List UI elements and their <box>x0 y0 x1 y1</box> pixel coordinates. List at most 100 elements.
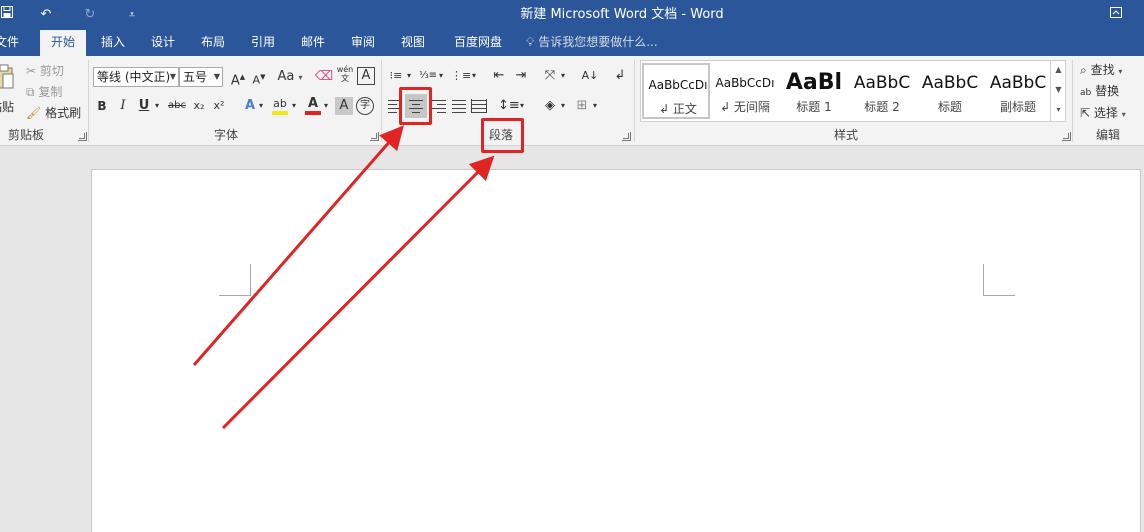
font-group-label: 字体 <box>213 128 238 142</box>
shrink-font-glyph: A <box>252 73 261 87</box>
justify-icon[interactable] <box>451 98 467 114</box>
shrink-font-icon[interactable]: A▼ <box>249 67 269 87</box>
numbering-dropdown-icon[interactable]: ▾ <box>436 66 446 86</box>
style-preview: AaBbC <box>853 73 911 93</box>
align-right-icon[interactable] <box>431 98 447 114</box>
tab-design[interactable]: 设计 <box>146 30 180 56</box>
style-title[interactable]: AaBbC 标题 <box>916 63 984 119</box>
distributed-icon[interactable] <box>471 98 487 114</box>
find-button[interactable]: ⌕ 查找 ▾ <box>1080 59 1122 81</box>
chevron-down-icon: ▾ <box>1118 67 1123 76</box>
copy-button[interactable]: ⧉ 复制 <box>26 81 62 103</box>
crop-mark-top-right <box>983 264 1015 296</box>
tab-mailings[interactable]: 邮件 <box>296 30 330 56</box>
document-page[interactable] <box>91 169 1141 532</box>
crop-mark-top-left <box>219 264 251 296</box>
title-bar: ↶ ▾ ↻ ⩡ 新建 Microsoft Word 文档 - Word <box>0 0 1144 30</box>
line-spacing-dropdown-icon[interactable]: ▾ <box>517 96 527 116</box>
subscript-icon[interactable]: x₂ <box>189 96 209 116</box>
increase-indent-icon[interactable]: ⇥ <box>511 66 531 86</box>
grow-font-icon[interactable]: A▲ <box>228 67 248 88</box>
character-shading-icon[interactable]: A <box>335 97 353 115</box>
find-label: 查找 <box>1090 63 1115 77</box>
strikethrough-icon[interactable]: abc <box>166 96 188 116</box>
highlight-color-icon[interactable]: ab <box>270 94 290 115</box>
tab-file[interactable]: 文件 <box>0 30 22 56</box>
tab-references[interactable]: 引用 <box>246 30 280 56</box>
replace-button[interactable]: ab 替换 <box>1080 80 1119 102</box>
select-button[interactable]: ⇱ 选择 ▾ <box>1080 102 1126 124</box>
phonetic-glyph: wén <box>336 65 354 74</box>
scissors-icon: ✂ <box>26 64 37 78</box>
tab-review[interactable]: 审阅 <box>346 30 380 56</box>
chevron-up-icon[interactable]: ▲ <box>1051 60 1066 80</box>
font-dialog-launcher-icon[interactable] <box>370 132 379 141</box>
style-heading-2[interactable]: AaBbC 标题 2 <box>848 63 916 119</box>
numbering-icon[interactable]: ⅓≡ <box>418 66 438 86</box>
line-spacing-icon[interactable]: ↕≡ <box>498 96 520 116</box>
clear-formatting-icon[interactable]: ⌫ <box>314 67 334 87</box>
font-size-select[interactable]: 五号 ▼ <box>179 67 223 87</box>
clipboard-dialog-launcher-icon[interactable] <box>78 132 87 141</box>
replace-icon: ab <box>1080 88 1092 98</box>
divider <box>1072 60 1073 142</box>
style-preview: AaBbCcDı <box>648 78 708 92</box>
highlight-dropdown-icon[interactable]: ▾ <box>289 96 299 116</box>
change-case-glyph: Aa <box>277 69 295 84</box>
italic-icon[interactable]: I <box>113 96 133 116</box>
tab-baidu-netdisk[interactable]: 百度网盘 <box>448 30 508 56</box>
asian-layout-icon[interactable]: ⤧ <box>540 66 560 86</box>
bullets-dropdown-icon[interactable]: ▾ <box>404 66 414 86</box>
character-border-icon[interactable]: A <box>357 67 375 85</box>
paragraph-dialog-launcher-icon[interactable] <box>622 132 631 141</box>
style-heading-1[interactable]: AaBl 标题 1 <box>780 63 848 119</box>
change-case-icon[interactable]: Aa ▾ <box>275 67 305 87</box>
paste-button[interactable]: 粘贴 <box>0 62 16 122</box>
ribbon-tabs: 文件 开始 插入 设计 布局 引用 邮件 审阅 视图 百度网盘 💡︎ 告诉我您想… <box>0 30 1144 56</box>
style-normal[interactable]: AaBbCcDı ↲ 正文 <box>642 63 710 119</box>
style-no-spacing[interactable]: AaBbCcDı ↲ 无间隔 <box>711 63 779 119</box>
more-styles-icon[interactable]: ▾ <box>1051 100 1066 120</box>
phonetic-guide-icon[interactable]: wén 文 <box>335 65 355 85</box>
font-color-dropdown-icon[interactable]: ▾ <box>321 96 331 116</box>
multilevel-list-icon[interactable]: ⋮≡ <box>451 66 471 86</box>
divider <box>381 60 382 142</box>
show-marks-icon[interactable]: ↲ <box>610 66 630 86</box>
style-preview: AaBl <box>785 70 843 95</box>
tab-view[interactable]: 视图 <box>396 30 430 56</box>
tab-layout[interactable]: 布局 <box>196 30 230 56</box>
bullets-icon[interactable]: ⁝≡ <box>386 66 406 86</box>
underline-dropdown-icon[interactable]: ▾ <box>152 96 162 116</box>
style-subtitle[interactable]: AaBbC 副标题 <box>984 63 1052 119</box>
tell-me-box[interactable]: 💡︎ 告诉我您想要做什么... <box>526 30 658 56</box>
ribbon-display-icon[interactable] <box>1106 5 1126 25</box>
paste-label: 粘贴 <box>0 100 15 114</box>
borders-icon[interactable]: ⊞ <box>572 96 592 116</box>
enclose-characters-icon[interactable]: 字 <box>356 97 374 115</box>
superscript-icon[interactable]: x² <box>209 96 229 116</box>
borders-dropdown-icon[interactable]: ▾ <box>590 96 600 116</box>
sort-icon[interactable]: A↓ <box>580 66 600 86</box>
decrease-indent-icon[interactable]: ⇤ <box>489 66 509 86</box>
format-painter-button[interactable]: 🖌︎ 格式刷 <box>26 102 81 124</box>
tab-insert[interactable]: 插入 <box>96 30 130 56</box>
style-name: 标题 2 <box>864 100 900 114</box>
tab-home[interactable]: 开始 <box>40 30 86 56</box>
cut-button[interactable]: ✂ 剪切 <box>26 60 64 82</box>
ribbon: 粘贴 ✂ 剪切 ⧉ 复制 🖌︎ 格式刷 剪贴板 等线 (中文正) ▼ 五号 ▼ … <box>0 56 1144 146</box>
text-effects-dropdown-icon[interactable]: ▾ <box>256 96 266 116</box>
chevron-down-icon: ▼ <box>213 72 220 81</box>
bold-icon[interactable]: B <box>92 96 112 116</box>
chevron-down-icon[interactable]: ▼ <box>1051 80 1066 100</box>
shading-dropdown-icon[interactable]: ▾ <box>558 96 568 116</box>
styles-scrollbar[interactable]: ▲ ▼ ▾ <box>1050 60 1066 122</box>
font-color-icon[interactable]: A <box>303 94 323 115</box>
multilevel-dropdown-icon[interactable]: ▾ <box>469 66 479 86</box>
divider <box>634 60 635 142</box>
underline-icon[interactable]: U <box>134 96 154 116</box>
shading-icon[interactable]: ◈ <box>540 96 560 116</box>
font-name-select[interactable]: 等线 (中文正) ▼ <box>93 67 179 87</box>
styles-dialog-launcher-icon[interactable] <box>1062 132 1071 141</box>
asian-layout-dropdown-icon[interactable]: ▾ <box>558 66 568 86</box>
search-icon: ⌕ <box>1080 63 1087 77</box>
